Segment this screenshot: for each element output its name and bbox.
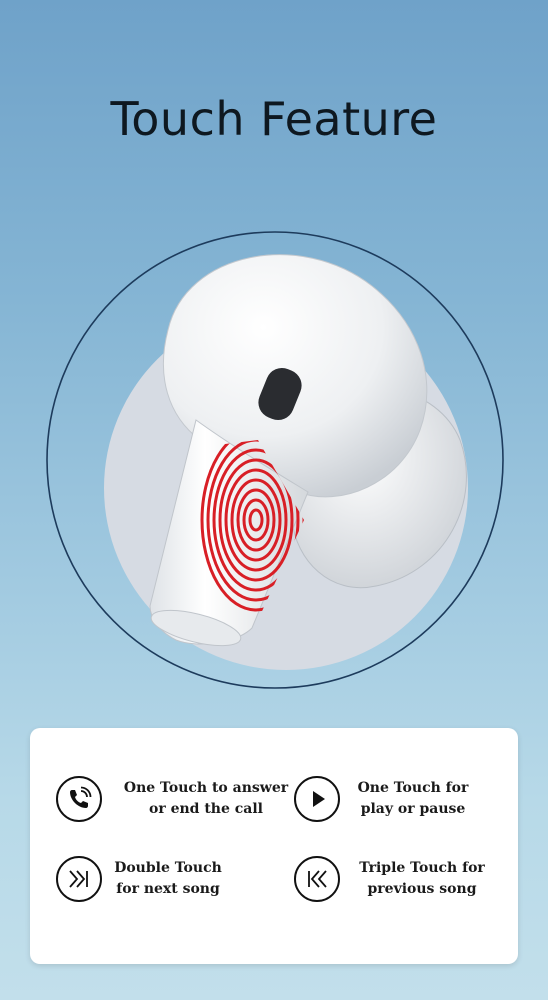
feature-answer-call: One Touch to answer or end the call: [56, 776, 300, 822]
previous-track-icon: [294, 856, 340, 902]
feature-previous-song: Triple Touch for previous song: [294, 856, 500, 902]
feature-text: One Touch to answer or end the call: [123, 780, 289, 817]
next-track-icon: [56, 856, 102, 902]
feature-text: Triple Touch for previous song: [359, 860, 485, 897]
feature-play-pause: One Touch for play or pause: [294, 776, 476, 822]
feature-text: Double Touch for next song: [114, 860, 222, 897]
touch-controls-card: One Touch to answer or end the call One …: [30, 728, 518, 964]
phone-call-icon: [56, 776, 102, 822]
feature-next-song: Double Touch for next song: [56, 856, 224, 902]
play-icon: [294, 776, 340, 822]
feature-text: One Touch for play or pause: [357, 780, 469, 817]
earbud-illustration: [46, 231, 504, 689]
